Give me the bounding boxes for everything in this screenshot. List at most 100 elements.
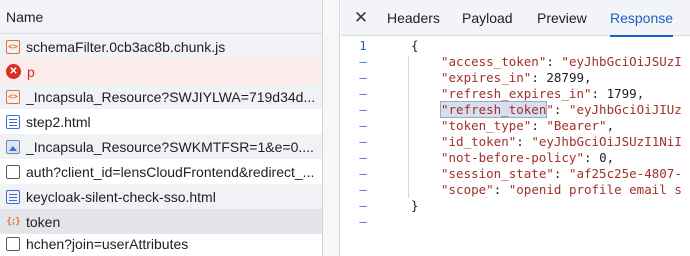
request-name: step2.html: [26, 113, 91, 130]
json-value: 0: [599, 150, 607, 165]
json-colon: :: [531, 118, 547, 133]
json-line: "not-before-policy": 0,: [441, 150, 614, 166]
fold-marker[interactable]: –: [341, 134, 385, 150]
request-row[interactable]: step2.html: [0, 109, 322, 134]
name-column-header-label: Name: [6, 8, 44, 25]
request-name: _Incapsula_Resource?SWJIYLWA=719d34d...: [26, 88, 316, 105]
json-value: 28799: [546, 70, 585, 85]
request-row[interactable]: ✕ p: [0, 59, 322, 84]
list-scrollbar[interactable]: [323, 0, 340, 256]
json-comma: ,: [584, 70, 592, 85]
fold-marker[interactable]: –: [341, 54, 385, 70]
json-colon: :: [493, 182, 509, 197]
detail-tabbar: ✕ Headers Payload Preview Response: [341, 0, 690, 37]
tab-preview[interactable]: Preview: [537, 0, 587, 36]
json-line: {: [411, 38, 419, 54]
document-icon: [6, 189, 20, 204]
json-comma: ,: [606, 150, 615, 165]
json-brace: {: [411, 38, 419, 53]
json-key: "scope": [441, 182, 494, 197]
fold-marker[interactable]: –: [341, 118, 385, 134]
json-key: "token_type": [441, 118, 532, 133]
json-value: 1799: [606, 86, 637, 101]
response-body-viewer[interactable]: 1 – – – – – – – – – – – { "access_token"…: [341, 36, 690, 256]
json-key: "not-before-policy": [441, 150, 584, 165]
network-request-list: Name <> schemaFilter.0cb3ac8b.chunk.js ✕…: [0, 0, 322, 256]
request-name: auth?client_id=lensCloudFrontend&redirec…: [26, 163, 315, 180]
request-name: keycloak-silent-check-sso.html: [26, 188, 216, 205]
fold-marker[interactable]: –: [341, 70, 385, 86]
json-value: "eyJhbGciOiJSUzI: [561, 54, 682, 69]
tab-label: Payload: [462, 10, 513, 26]
json-line: "refresh_token": "eyJhbGciOiJIUz: [439, 101, 682, 118]
json-colon: :: [531, 70, 547, 85]
request-name: _Incapsula_Resource?SWKMTFSR=1&e=0....: [26, 138, 314, 155]
tab-label: Headers: [387, 10, 440, 26]
json-colon: :: [553, 102, 569, 117]
json-comma: ,: [636, 86, 645, 101]
tab-label: Preview: [537, 10, 587, 26]
fold-marker[interactable]: –: [341, 150, 385, 166]
request-row[interactable]: hchen?join=userAttributes: [0, 231, 322, 256]
json-line: "token_type": "Bearer",: [441, 118, 614, 134]
request-row[interactable]: _Incapsula_Resource?SWKMTFSR=1&e=0....: [0, 134, 322, 159]
fold-marker[interactable]: –: [341, 214, 385, 230]
json-colon: :: [546, 54, 562, 69]
json-value: "eyJhbGciOiJSUzI1NiI: [531, 134, 682, 149]
request-row[interactable]: <> _Incapsula_Resource?SWJIYLWA=719d34d.…: [0, 84, 322, 109]
fold-marker[interactable]: –: [341, 102, 385, 118]
json-value: "eyJhbGciOiJIUz: [568, 102, 682, 117]
json-comma: ,: [606, 118, 615, 133]
blank-file-icon: [6, 236, 20, 251]
request-name: schemaFilter.0cb3ac8b.chunk.js: [26, 38, 226, 55]
json-key: "refresh_expires_in": [441, 86, 592, 101]
tab-response[interactable]: Response: [610, 0, 674, 37]
request-name: p: [27, 63, 35, 80]
json-line: "refresh_expires_in": 1799,: [441, 86, 644, 102]
line-number: 1: [359, 39, 367, 53]
json-colon: :: [553, 166, 569, 181]
js-file-icon: <>: [6, 89, 20, 104]
json-colon: :: [516, 134, 532, 149]
name-column-header[interactable]: Name: [0, 0, 322, 34]
js-file-icon: <>: [6, 39, 20, 54]
json-key: "session_state": [441, 166, 554, 181]
tab-label: Response: [610, 10, 674, 26]
json-key-highlighted: "refresh_token: [439, 101, 548, 118]
json-value: "openid profile email s: [508, 182, 682, 197]
json-line: "access_token": "eyJhbGciOiJSUzI: [441, 54, 682, 70]
request-row[interactable]: keycloak-silent-check-sso.html: [0, 184, 322, 209]
request-row[interactable]: auth?client_id=lensCloudFrontend&redirec…: [0, 159, 322, 184]
close-icon[interactable]: ✕: [351, 8, 371, 28]
json-line: "expires_in": 28799,: [441, 70, 592, 86]
blank-file-icon: [6, 164, 20, 179]
tab-headers[interactable]: Headers: [387, 0, 440, 36]
json-colon: :: [584, 150, 600, 165]
image-icon: [6, 139, 20, 154]
fold-marker[interactable]: –: [341, 166, 385, 182]
request-detail-panel: ✕ Headers Payload Preview Response 1 – –…: [341, 0, 690, 256]
fold-marker[interactable]: –: [341, 182, 385, 198]
request-name: hchen?join=userAttributes: [26, 235, 189, 252]
json-line: "scope": "openid profile email s: [441, 182, 682, 198]
json-brace: }: [411, 198, 419, 213]
fold-marker[interactable]: –: [341, 86, 385, 102]
json-value: "af25c25e-4807-: [568, 166, 682, 181]
json-line: }: [411, 198, 419, 214]
json-colon: :: [591, 86, 607, 101]
json-key: "access_token": [441, 54, 547, 69]
request-name: token: [26, 213, 61, 230]
json-key: "expires_in": [441, 70, 532, 85]
document-icon: [6, 114, 20, 129]
json-line: "session_state": "af25c25e-4807-: [441, 166, 682, 182]
xhr-icon: {;}: [6, 216, 20, 227]
request-row[interactable]: <> schemaFilter.0cb3ac8b.chunk.js: [0, 34, 322, 59]
json-line: "id_token": "eyJhbGciOiJSUzI1NiI: [441, 134, 682, 150]
error-icon: ✕: [6, 64, 21, 79]
fold-marker[interactable]: –: [341, 198, 385, 214]
line-gutter: 1 – – – – – – – – – – –: [341, 36, 399, 256]
json-key: "id_token": [441, 134, 517, 149]
json-value: "Bearer": [546, 118, 607, 133]
tab-payload[interactable]: Payload: [462, 0, 513, 36]
indent-guide: [408, 56, 409, 198]
